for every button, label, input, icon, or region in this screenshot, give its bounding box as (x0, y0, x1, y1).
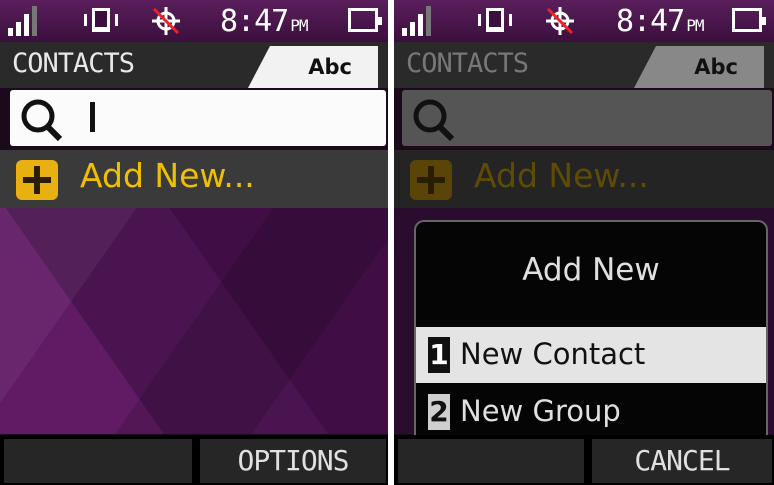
menu-item-label: New Group (460, 394, 621, 428)
search-input[interactable] (102, 98, 376, 138)
menu-item-label: New Contact (460, 337, 646, 371)
options-softkey[interactable]: OPTIONS (200, 439, 386, 483)
softkey-bar: OPTIONS (0, 435, 388, 485)
input-mode-label: Abc (694, 55, 738, 79)
page-title: CONTACTS (406, 48, 529, 79)
popup-title: Add New (522, 252, 660, 288)
input-mode-tab[interactable]: Abc (248, 46, 378, 88)
cancel-softkey[interactable]: CANCEL (592, 439, 772, 483)
page-title: CONTACTS (12, 48, 135, 79)
vibrate-icon (478, 8, 512, 32)
input-mode-tab: Abc (634, 46, 764, 88)
signal-icon (402, 6, 434, 36)
status-bar: 8:47 PM (0, 0, 388, 42)
number-key-icon: 1 (428, 337, 450, 373)
add-new-item[interactable]: Add New... (0, 150, 388, 208)
softkey-bar: CANCEL (394, 435, 774, 485)
gps-off-icon (152, 7, 180, 35)
left-softkey[interactable] (398, 439, 584, 483)
page-header: CONTACTS Abc (0, 42, 388, 88)
status-bar: 8:47 PM (394, 0, 774, 42)
search-icon (21, 99, 63, 142)
clock: 8:47 PM (220, 4, 309, 39)
left-softkey[interactable] (4, 439, 192, 483)
vibrate-icon (84, 8, 118, 32)
menu-item-new-contact[interactable]: 1 New Contact (416, 327, 766, 383)
number-key-icon: 2 (428, 394, 450, 430)
page-header: CONTACTS Abc (394, 42, 774, 88)
search-field (402, 90, 772, 146)
plus-icon (410, 160, 452, 200)
text-cursor (90, 102, 95, 132)
clock: 8:47 PM (616, 4, 705, 39)
contacts-screen: 8:47 PM CONTACTS Abc Add New... OPTIONS (0, 0, 388, 485)
search-field[interactable] (10, 90, 386, 146)
add-new-popup: Add New 1 New Contact 2 New Group (414, 220, 768, 437)
wallpaper (0, 208, 388, 434)
gps-off-icon (546, 7, 574, 35)
search-icon (413, 99, 455, 142)
battery-icon (348, 8, 382, 32)
input-mode-label: Abc (308, 55, 352, 79)
signal-icon (8, 6, 40, 36)
add-new-label: Add New... (80, 156, 255, 195)
add-new-item: Add New... (394, 150, 774, 208)
add-new-label: Add New... (474, 156, 649, 195)
contacts-add-new-screen: 8:47 PM CONTACTS Abc Add New... Add New 1… (394, 0, 774, 485)
menu-item-new-group[interactable]: 2 New Group (416, 384, 766, 437)
plus-icon (16, 160, 58, 200)
battery-icon (732, 8, 766, 32)
